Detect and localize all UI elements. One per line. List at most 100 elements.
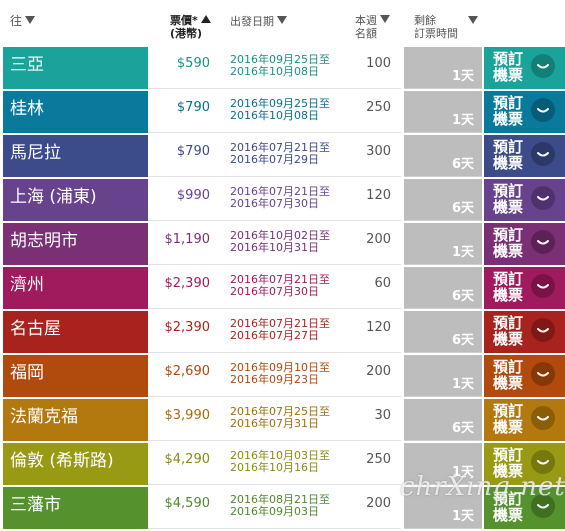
book-label-line1: 預訂 <box>493 226 524 244</box>
remaining-time-value: 6天 <box>451 333 474 348</box>
quota-value: 250 <box>366 100 391 115</box>
price-sort-header[interactable]: 票價* (港幣) <box>170 14 211 40</box>
book-ticket-button[interactable]: 預訂 機票 <box>484 443 565 485</box>
destination-cell[interactable]: 名古屋 <box>3 311 148 353</box>
remaining-time-value: 6天 <box>451 157 474 172</box>
remaining-time-cell: 1天 <box>404 355 482 397</box>
price-value: $790 <box>176 144 210 159</box>
remaining-time-value: 1天 <box>451 245 474 260</box>
fare-row: 三亞 $590 2016年09月25日至 2016年10月08日 100 1天 … <box>0 47 565 89</box>
book-label-line1: 預訂 <box>493 138 524 156</box>
destination-cell[interactable]: 福岡 <box>3 355 148 397</box>
book-ticket-label: 預訂 機票 <box>493 227 527 259</box>
book-ticket-button[interactable]: 預訂 機票 <box>484 223 565 265</box>
fare-details: $990 2016年07月21日至 2016年07月30日 120 <box>148 179 401 221</box>
remaining-time-cell: 1天 <box>404 91 482 133</box>
book-ticket-button[interactable]: 預訂 機票 <box>484 91 565 133</box>
book-label-line1: 預訂 <box>493 314 524 332</box>
date-end: 2016年07月27日 <box>230 329 319 342</box>
travel-dates: 2016年07月21日至 2016年07月30日 <box>230 274 330 298</box>
remaining-time-header[interactable]: 剩餘 訂票時間 <box>414 14 458 40</box>
quota-sort-header[interactable]: 本週 名額 <box>355 14 390 40</box>
remaining-time-cell: 6天 <box>404 135 482 177</box>
book-ticket-button[interactable]: 預訂 機票 <box>484 267 565 309</box>
fare-row: 三藩市 $4,590 2016年08月21日至 2016年09月03日 200 … <box>0 487 565 529</box>
smile-icon <box>531 318 555 342</box>
book-ticket-button[interactable]: 預訂 機票 <box>484 179 565 221</box>
remaining-time-value: 1天 <box>451 509 474 524</box>
book-label-line2: 機票 <box>493 462 524 480</box>
price-value: $2,390 <box>164 320 211 335</box>
quota-value: 30 <box>374 408 391 423</box>
date-end: 2016年09月23日 <box>230 373 319 386</box>
sort-down-icon <box>468 16 478 24</box>
quota-header-sublabel: 名額 <box>355 27 377 40</box>
quota-value: 60 <box>374 276 391 291</box>
smile-icon <box>531 494 555 518</box>
destination-cell[interactable]: 上海 (浦東) <box>3 179 148 221</box>
smile-icon <box>531 142 555 166</box>
fare-row: 胡志明市 $1,190 2016年10月02日至 2016年10月31日 200… <box>0 223 565 265</box>
book-label-line1: 預訂 <box>493 358 524 376</box>
book-ticket-label: 預訂 機票 <box>493 95 527 127</box>
fare-details: $790 2016年09月25日至 2016年10月08日 250 <box>148 91 401 133</box>
departure-sort-header[interactable]: 出發日期 <box>230 15 287 28</box>
book-ticket-label: 預訂 機票 <box>493 51 527 83</box>
fare-row: 倫敦 (希斯路) $4,290 2016年10月03日至 2016年10月16日… <box>0 443 565 485</box>
fare-details: $1,190 2016年10月02日至 2016年10月31日 200 <box>148 223 401 265</box>
destination-cell[interactable]: 法蘭克福 <box>3 399 148 441</box>
destination-cell[interactable]: 馬尼拉 <box>3 135 148 177</box>
remaining-sort-arrow[interactable] <box>465 15 478 28</box>
destination-name: 上海 (浦東) <box>10 187 97 207</box>
destination-cell[interactable]: 倫敦 (希斯路) <box>3 443 148 485</box>
book-label-line1: 預訂 <box>493 182 524 200</box>
price-value: $2,690 <box>164 364 211 379</box>
book-label-line1: 預訂 <box>493 50 524 68</box>
date-end: 2016年07月29日 <box>230 153 319 166</box>
book-ticket-label: 預訂 機票 <box>493 491 527 523</box>
sort-down-icon <box>25 16 36 24</box>
destination-name: 福岡 <box>10 363 44 383</box>
book-ticket-button[interactable]: 預訂 機票 <box>484 399 565 441</box>
fare-row: 桂林 $790 2016年09月25日至 2016年10月08日 250 1天 … <box>0 91 565 133</box>
remaining-time-cell: 6天 <box>404 179 482 221</box>
smile-icon <box>531 230 555 254</box>
fare-row: 上海 (浦東) $990 2016年07月21日至 2016年07月30日 12… <box>0 179 565 221</box>
table-header: 往 票價* (港幣) 出發日期 本週 名額 剩餘 訂票時間 <box>0 0 565 46</box>
date-end: 2016年10月08日 <box>230 65 319 78</box>
remaining-time-cell: 1天 <box>404 223 482 265</box>
quota-value: 300 <box>366 144 391 159</box>
fare-details: $3,990 2016年07月25日至 2016年07月31日 30 <box>148 399 401 441</box>
sort-up-icon <box>200 15 211 23</box>
destination-cell[interactable]: 桂林 <box>3 91 148 133</box>
smile-icon <box>531 362 555 386</box>
destination-name: 倫敦 (希斯路) <box>10 451 114 471</box>
price-header-label: 票價* <box>170 14 198 27</box>
destination-cell[interactable]: 三亞 <box>3 47 148 89</box>
price-value: $790 <box>176 100 210 115</box>
book-ticket-button[interactable]: 預訂 機票 <box>484 47 565 89</box>
fare-details: $4,290 2016年10月03日至 2016年10月16日 250 <box>148 443 401 485</box>
destination-name: 三藩市 <box>10 495 61 515</box>
remaining-time-value: 6天 <box>451 289 474 304</box>
sort-down-icon <box>380 15 390 23</box>
book-ticket-button[interactable]: 預訂 機票 <box>484 135 565 177</box>
travel-dates: 2016年07月21日至 2016年07月29日 <box>230 142 330 166</box>
destination-sort-header[interactable]: 往 <box>10 15 36 28</box>
date-end: 2016年10月08日 <box>230 109 319 122</box>
remaining-time-cell: 6天 <box>404 311 482 353</box>
quota-value: 200 <box>366 364 391 379</box>
destination-name: 胡志明市 <box>10 231 78 251</box>
book-ticket-button[interactable]: 預訂 機票 <box>484 311 565 353</box>
book-label-line2: 機票 <box>493 374 524 392</box>
book-label-line2: 機票 <box>493 242 524 260</box>
book-ticket-label: 預訂 機票 <box>493 271 527 303</box>
price-value: $2,390 <box>164 276 211 291</box>
fare-details: $2,690 2016年09月10日至 2016年09月23日 200 <box>148 355 401 397</box>
destination-cell[interactable]: 濟州 <box>3 267 148 309</box>
destination-cell[interactable]: 胡志明市 <box>3 223 148 265</box>
quota-value: 250 <box>366 452 391 467</box>
destination-cell[interactable]: 三藩市 <box>3 487 148 529</box>
book-ticket-button[interactable]: 預訂 機票 <box>484 355 565 397</box>
book-ticket-button[interactable]: 預訂 機票 <box>484 487 565 529</box>
